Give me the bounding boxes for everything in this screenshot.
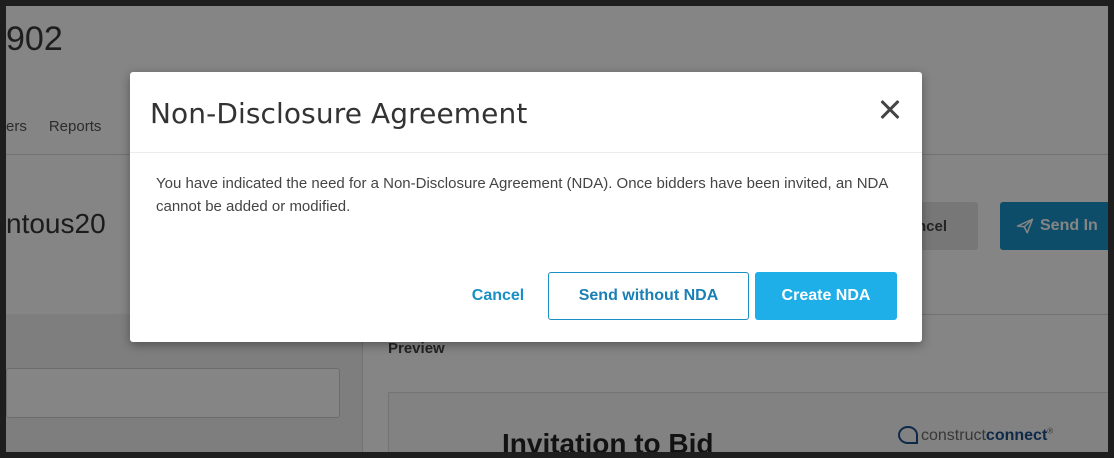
logo-part1: construct	[921, 427, 986, 444]
send-without-nda-button[interactable]: Send without NDA	[548, 272, 749, 320]
send-invites-button[interactable]: Send In	[1000, 202, 1108, 250]
nda-modal: Non-Disclosure Agreement You have indica…	[130, 72, 922, 342]
cancel-button[interactable]: Cancel	[448, 272, 548, 320]
page-nav: ers Reports	[6, 118, 101, 135]
logo-mark: ®	[1047, 426, 1054, 436]
paper-plane-icon	[1016, 218, 1034, 234]
modal-header-divider	[130, 152, 922, 153]
constructconnect-logo: constructconnect®	[898, 426, 1053, 445]
project-name: ntous20	[6, 208, 106, 239]
modal-body-text: You have indicated the need for a Non-Di…	[156, 175, 888, 215]
close-icon[interactable]	[876, 96, 904, 124]
logo-part2: connect	[985, 427, 1048, 444]
invitation-title: Invitation to Bid	[502, 428, 714, 452]
nav-item-bidders[interactable]: ers	[6, 118, 27, 135]
preview-label: Preview	[388, 340, 445, 357]
modal-title: Non-Disclosure Agreement	[150, 97, 528, 130]
screenshot-frame: 902 ers Reports ntous20 ncel Send In Pre…	[6, 6, 1108, 452]
constructconnect-logo-icon	[898, 426, 918, 444]
nav-item-reports[interactable]: Reports	[49, 118, 102, 135]
page-title: 902	[6, 20, 63, 58]
create-nda-button[interactable]: Create NDA	[755, 272, 897, 320]
left-panel-input[interactable]	[6, 368, 340, 418]
send-invites-label: Send In	[1040, 217, 1098, 234]
